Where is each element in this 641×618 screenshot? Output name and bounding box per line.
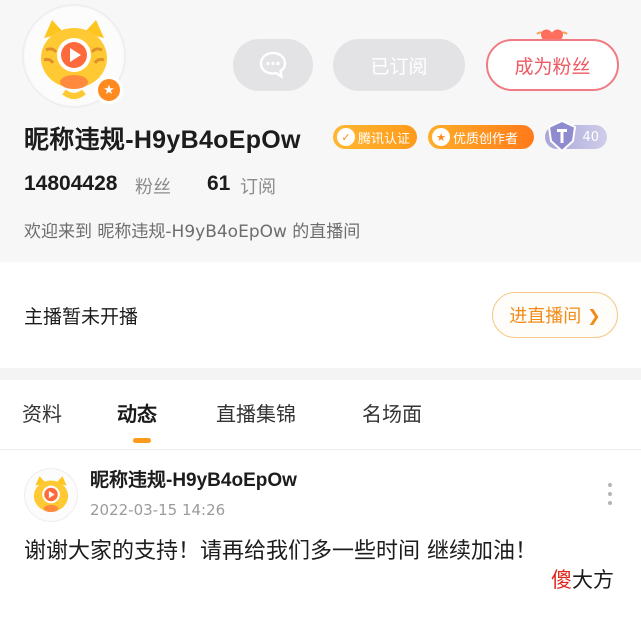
streamer-nickname: 昵称违规-H9yB4oEpOw (24, 126, 301, 154)
post-timestamp: 2022-03-15 14:26 (90, 501, 226, 519)
post-author-name[interactable]: 昵称违规-H9yB4oEpOw (90, 465, 297, 492)
post-content: 谢谢大家的支持！请再给我们多一些时间 继续加油！ (24, 539, 537, 564)
section-divider (0, 368, 641, 380)
subscriptions-label: 订阅 (240, 177, 276, 198)
enter-live-room-label: 进直播间 (509, 306, 582, 327)
enter-live-room-button[interactable]: 进直播间 ❯ (492, 292, 618, 338)
more-vertical-icon[interactable] (604, 483, 616, 513)
watermark-part-1: 傻 (551, 568, 572, 592)
subscribed-button[interactable]: 已订阅 (333, 39, 465, 91)
watermark-part-2: 大方 (572, 568, 614, 592)
star-icon: ★ (432, 128, 450, 146)
live-status-row: 主播暂未开播 进直播间 ❯ (0, 262, 641, 370)
tab-highlights[interactable]: 直播集锦 (216, 398, 296, 427)
subscriptions-count: 61 (207, 172, 231, 195)
tiger-mascot-icon (26, 470, 76, 520)
live-status-text: 主播暂未开播 (24, 306, 139, 328)
profile-tabs: 资料 动态 直播集锦 名场面 (0, 380, 641, 450)
profile-header: ★ 已订阅 成为粉丝 昵称违规-H9yB4oEpOw ✓ 腾讯认证 ★ 优质创作… (0, 0, 641, 262)
become-fan-button[interactable]: 成为粉丝 (486, 39, 619, 91)
tab-famous-moments[interactable]: 名场面 (362, 398, 422, 427)
fans-label: 粉丝 (135, 177, 171, 198)
avatar-star-badge: ★ (95, 76, 123, 104)
message-button[interactable] (233, 39, 313, 91)
active-tab-indicator (133, 438, 151, 443)
quality-creator-label: 优质创作者 (453, 131, 519, 147)
tabs-divider (0, 449, 641, 450)
chevron-right-icon: ❯ (587, 305, 601, 325)
tab-feed[interactable]: 动态 (117, 398, 157, 427)
chat-bubble-icon (259, 51, 287, 79)
verified-icon: ✓ (337, 128, 355, 146)
tencent-verified-badge[interactable]: ✓ 腾讯认证 (333, 125, 417, 149)
quality-creator-badge[interactable]: ★ 优质创作者 (428, 125, 534, 149)
fans-count: 14804428 (24, 172, 118, 195)
level-shield-icon (547, 119, 577, 153)
watermark: 傻大方 (551, 564, 614, 594)
live-room-profile-page: ★ 已订阅 成为粉丝 昵称违规-H9yB4oEpOw ✓ 腾讯认证 ★ 优质创作… (0, 0, 641, 618)
tab-profile-info[interactable]: 资料 (22, 398, 62, 427)
tencent-verified-label: 腾讯认证 (358, 131, 411, 147)
level-value: 40 (582, 129, 599, 145)
welcome-text: 欢迎来到 昵称违规-H9yB4oEpOw 的直播间 (24, 222, 361, 242)
star-icon: ★ (103, 82, 115, 98)
post-author-avatar[interactable] (24, 468, 78, 522)
